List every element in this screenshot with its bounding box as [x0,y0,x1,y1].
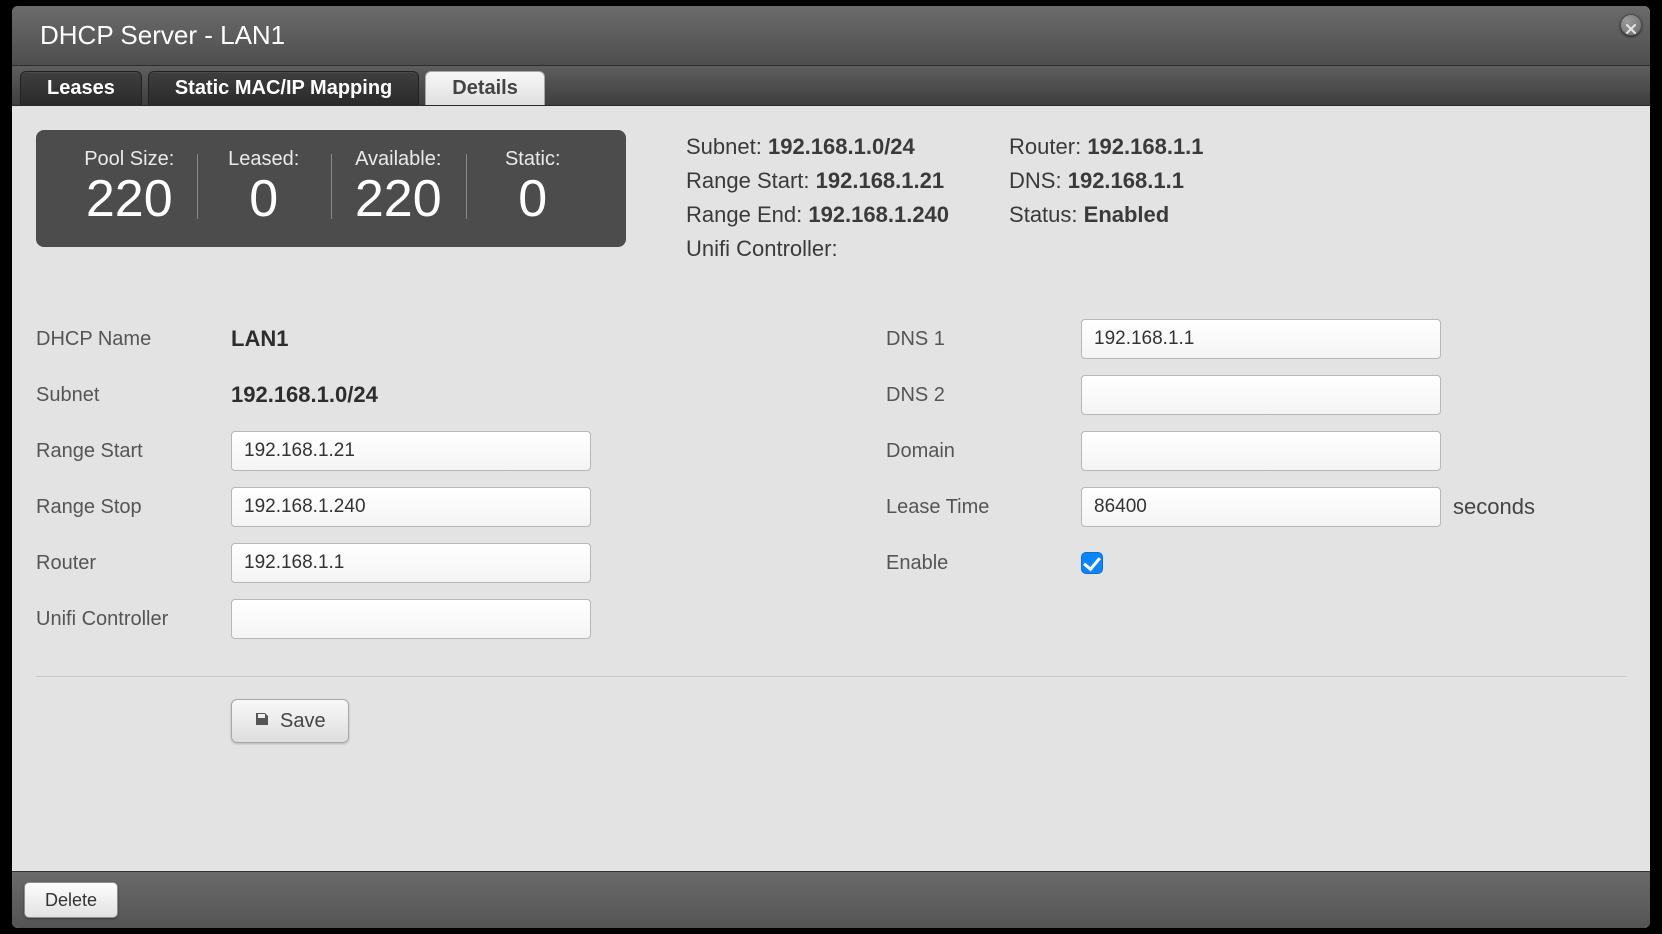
stat-label: Pool Size: [62,148,197,171]
stat-label: Static: [466,148,601,171]
input-router[interactable] [231,543,591,583]
close-button[interactable] [1620,14,1642,36]
overview-row: Pool Size: 220 Leased: 0 Available: 220 … [36,130,1626,266]
label-subnet: Subnet [36,384,231,407]
row-domain: Domain [886,426,1626,476]
value-subnet: 192.168.1.0/24 [231,382,378,408]
app-shell: DHCP Server - LAN1 Leases Static MAC/IP … [0,0,1662,934]
label-dns1: DNS 1 [886,328,1081,351]
delete-button[interactable]: Delete [24,882,118,918]
modal-body: Pool Size: 220 Leased: 0 Available: 220 … [12,106,1650,871]
label-lease-time: Lease Time [886,496,1081,519]
input-lease-time[interactable] [1081,487,1441,527]
row-range-start: Range Start [36,426,776,476]
row-subnet: Subnet 192.168.1.0/24 [36,370,776,420]
stat-pool-size: Pool Size: 220 [62,148,197,225]
summary-col-right: Router: 192.168.1.1 DNS: 192.168.1.1 Sta… [1009,130,1204,266]
value-dhcp-name: LAN1 [231,326,288,352]
summary: Subnet: 192.168.1.0/24 Range Start: 192.… [686,130,1204,266]
summary-router: Router: 192.168.1.1 [1009,130,1204,164]
input-domain[interactable] [1081,431,1441,471]
label-range-stop: Range Stop [36,496,231,519]
input-dns1[interactable] [1081,319,1441,359]
input-range-start[interactable] [231,431,591,471]
dhcp-details-modal: DHCP Server - LAN1 Leases Static MAC/IP … [12,6,1650,928]
row-range-stop: Range Stop [36,482,776,532]
row-dns2: DNS 2 [886,370,1626,420]
stat-value: 0 [466,173,601,225]
tabbar: Leases Static MAC/IP Mapping Details [12,66,1650,106]
form: DHCP Name LAN1 Subnet 192.168.1.0/24 Ran… [36,314,1626,650]
label-router: Router [36,552,231,575]
summary-range-end: Range End: 192.168.1.240 [686,198,949,232]
tab-details[interactable]: Details [425,71,545,105]
stat-available: Available: 220 [331,148,466,225]
modal-footer: Delete [12,871,1650,928]
stat-label: Leased: [197,148,332,171]
summary-col-left: Subnet: 192.168.1.0/24 Range Start: 192.… [686,130,949,266]
lease-time-suffix: seconds [1453,494,1535,520]
form-col-left: DHCP Name LAN1 Subnet 192.168.1.0/24 Ran… [36,314,776,650]
modal-title: DHCP Server - LAN1 [40,20,285,51]
form-col-right: DNS 1 DNS 2 Domain Lease Time seco [886,314,1626,650]
summary-subnet: Subnet: 192.168.1.0/24 [686,130,949,164]
label-enable: Enable [886,552,1081,575]
row-enable: Enable [886,538,1626,588]
close-icon [1626,10,1636,41]
checkbox-enable[interactable] [1081,552,1103,574]
row-dhcp-name: DHCP Name LAN1 [36,314,776,364]
save-button[interactable]: Save [231,699,349,743]
row-router: Router [36,538,776,588]
save-icon [254,710,270,733]
modal-header: DHCP Server - LAN1 [12,6,1650,66]
row-lease-time: Lease Time seconds [886,482,1626,532]
tab-mapping[interactable]: Static MAC/IP Mapping [148,71,419,105]
summary-range-start: Range Start: 192.168.1.21 [686,164,949,198]
label-unifi: Unifi Controller [36,608,231,631]
row-dns1: DNS 1 [886,314,1626,364]
tab-leases[interactable]: Leases [20,71,142,105]
stat-leased: Leased: 0 [197,148,332,225]
save-button-label: Save [280,710,326,733]
input-unifi[interactable] [231,599,591,639]
row-unifi: Unifi Controller [36,594,776,644]
label-range-start: Range Start [36,440,231,463]
summary-unifi: Unifi Controller: [686,232,949,266]
stat-static: Static: 0 [466,148,601,225]
input-dns2[interactable] [1081,375,1441,415]
stat-value: 220 [331,173,466,225]
summary-status: Status: Enabled [1009,198,1204,232]
divider [36,676,1626,677]
input-range-stop[interactable] [231,487,591,527]
stat-label: Available: [331,148,466,171]
label-dns2: DNS 2 [886,384,1081,407]
label-domain: Domain [886,440,1081,463]
summary-dns: DNS: 192.168.1.1 [1009,164,1204,198]
label-dhcp-name: DHCP Name [36,328,231,351]
stats-panel: Pool Size: 220 Leased: 0 Available: 220 … [36,130,626,247]
stat-value: 220 [62,173,197,225]
stat-value: 0 [197,173,332,225]
